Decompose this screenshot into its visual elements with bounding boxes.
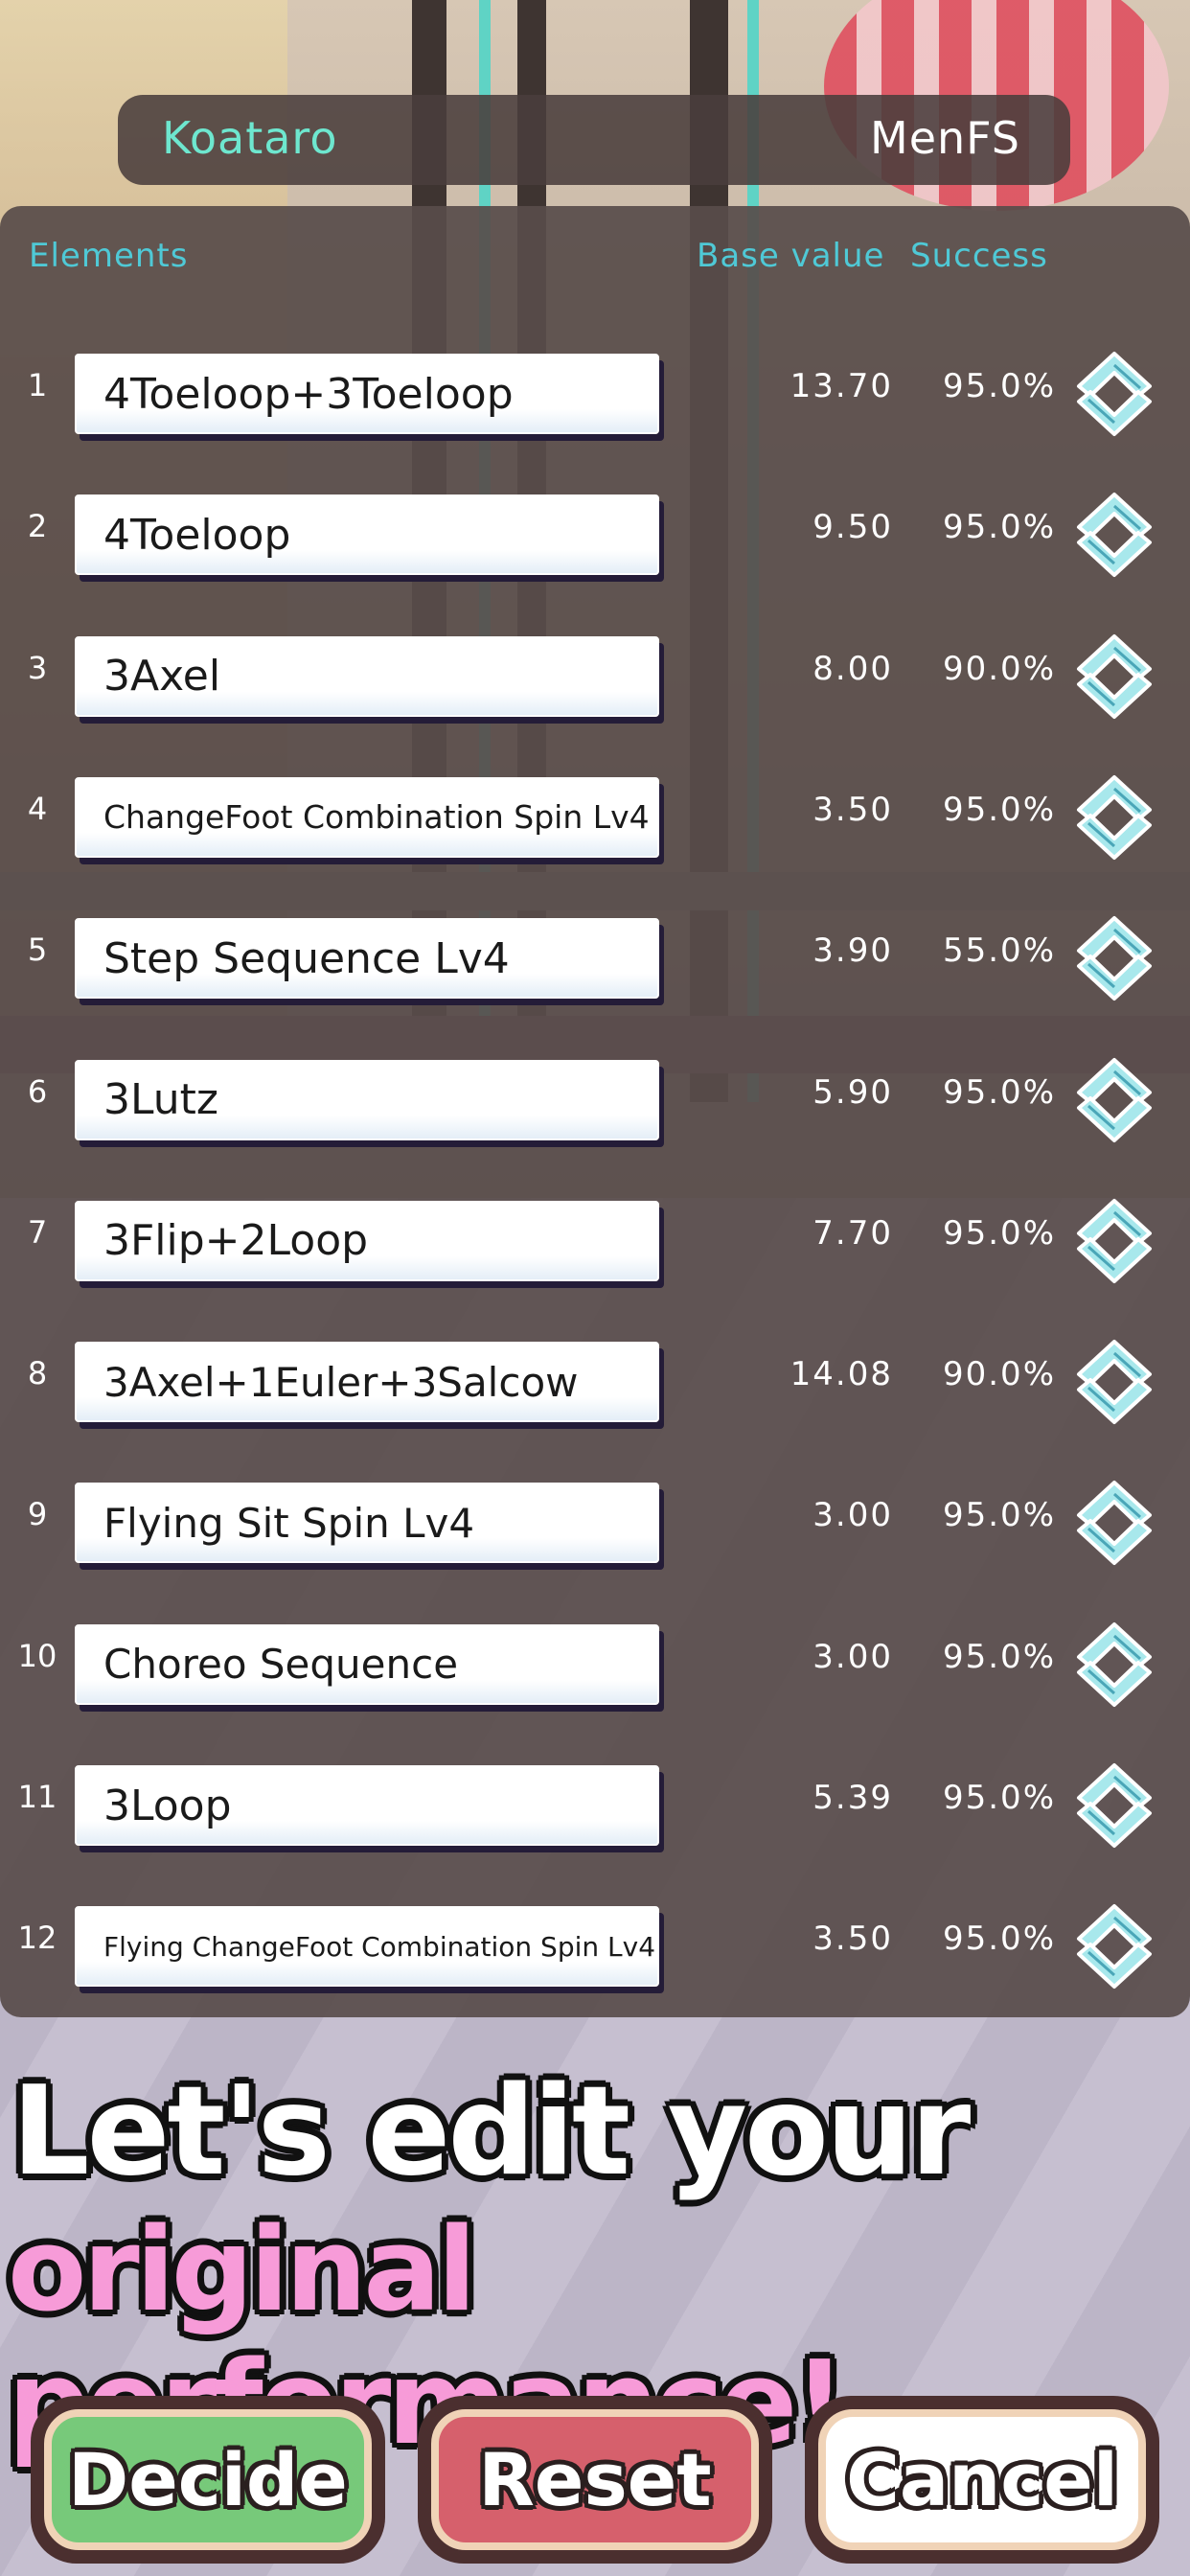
row-number: 1 (27, 367, 48, 403)
element-row: 2 4Toeloop 9.50 95.0% (0, 462, 1190, 603)
base-value: 3.90 (812, 932, 893, 971)
success-rate: 55.0% (942, 932, 1056, 971)
success-rate: 95.0% (942, 1779, 1056, 1817)
element-name: 3Loop (103, 1781, 232, 1830)
element-button[interactable]: Flying ChangeFoot Combination Spin Lv4 (75, 1906, 659, 1988)
reorder-updown-icon[interactable] (1071, 487, 1157, 583)
decide-button[interactable]: Decide (31, 2396, 385, 2564)
element-button[interactable]: 3Lutz (75, 1059, 659, 1140)
element-name: 4Toeloop (103, 510, 291, 560)
reorder-updown-icon[interactable] (1071, 1334, 1157, 1430)
row-number: 8 (27, 1355, 48, 1392)
element-row: 3 3Axel 8.00 90.0% (0, 604, 1190, 745)
reorder-updown-icon[interactable] (1071, 1898, 1157, 1994)
event-name: MenFS (870, 112, 1020, 164)
reorder-updown-icon[interactable] (1071, 1193, 1157, 1289)
base-value: 8.00 (812, 649, 893, 688)
decide-button-label: Decide (44, 2409, 372, 2550)
success-rate: 95.0% (942, 367, 1056, 405)
row-number: 5 (27, 932, 48, 969)
element-button[interactable]: Choreo Sequence (75, 1623, 659, 1705)
base-value: 7.70 (812, 1213, 893, 1253)
base-value: 14.08 (790, 1355, 893, 1394)
element-row: 6 3Lutz 5.90 95.0% (0, 1027, 1190, 1168)
row-number: 10 (17, 1637, 57, 1674)
base-value: 3.00 (812, 1496, 893, 1535)
element-name: 3Flip+2Loop (103, 1216, 369, 1266)
element-row: 10 Choreo Sequence 3.00 95.0% (0, 1592, 1190, 1733)
reset-button-label: Reset (431, 2409, 759, 2550)
base-value: 3.50 (812, 1920, 893, 1959)
element-name: Flying ChangeFoot Combination Spin Lv4 (103, 1930, 656, 1963)
base-value: 3.50 (812, 790, 893, 829)
element-row: 11 3Loop 5.39 95.0% (0, 1733, 1190, 1874)
row-number: 2 (27, 508, 48, 545)
element-button[interactable]: 4Toeloop+3Toeloop (75, 354, 659, 434)
base-value: 5.90 (812, 1072, 893, 1112)
element-name: 4Toeloop+3Toeloop (103, 369, 514, 419)
base-value: 13.70 (790, 367, 893, 405)
element-name: ChangeFoot Combination Spin Lv4 (103, 798, 650, 837)
base-value: 9.50 (812, 508, 893, 547)
row-number: 3 (27, 649, 48, 686)
element-button[interactable]: 4Toeloop (75, 494, 659, 576)
element-row: 5 Step Sequence Lv4 3.90 55.0% (0, 886, 1190, 1026)
element-row: 9 Flying Sit Spin Lv4 3.00 95.0% (0, 1450, 1190, 1591)
success-rate: 95.0% (942, 1072, 1056, 1112)
success-rate: 90.0% (942, 1355, 1056, 1394)
success-rate: 95.0% (942, 1213, 1056, 1253)
element-button[interactable]: 3Flip+2Loop (75, 1200, 659, 1281)
row-number: 9 (27, 1496, 48, 1533)
reorder-updown-icon[interactable] (1071, 1052, 1157, 1148)
row-number: 12 (17, 1920, 57, 1957)
elements-panel: Elements Base value Success 1 4Toeloop+3T… (0, 206, 1190, 2017)
element-button[interactable]: 3Loop (75, 1765, 659, 1846)
program-header: Koataro MenFS (118, 95, 1070, 185)
reorder-updown-icon[interactable] (1071, 770, 1157, 865)
reset-button[interactable]: Reset (418, 2396, 772, 2564)
cancel-button[interactable]: Cancel (805, 2396, 1159, 2564)
reorder-updown-icon[interactable] (1071, 910, 1157, 1006)
element-button[interactable]: Flying Sit Spin Lv4 (75, 1483, 659, 1564)
element-row: 8 3Axel+1Euler+3Salcow 14.08 90.0% (0, 1309, 1190, 1450)
element-button[interactable]: Step Sequence Lv4 (75, 918, 659, 1000)
reorder-updown-icon[interactable] (1071, 346, 1157, 442)
success-rate: 95.0% (942, 1496, 1056, 1535)
element-name: Choreo Sequence (103, 1641, 459, 1689)
row-number: 11 (17, 1779, 57, 1815)
column-header-success: Success (910, 237, 1048, 275)
row-number: 4 (27, 790, 48, 827)
base-value: 3.00 (812, 1637, 893, 1676)
element-name: Flying Sit Spin Lv4 (103, 1499, 475, 1547)
reorder-updown-icon[interactable] (1071, 629, 1157, 724)
success-rate: 95.0% (942, 508, 1056, 547)
element-name: 3Axel (103, 652, 221, 702)
row-number: 7 (27, 1213, 48, 1251)
element-row: 1 4Toeloop+3Toeloop 13.70 95.0% (0, 321, 1190, 462)
reorder-updown-icon[interactable] (1071, 1475, 1157, 1571)
element-button[interactable]: ChangeFoot Combination Spin Lv4 (75, 776, 659, 858)
element-button[interactable]: 3Axel (75, 635, 659, 717)
success-rate: 95.0% (942, 790, 1056, 829)
cancel-button-label: Cancel (818, 2409, 1146, 2550)
reorder-updown-icon[interactable] (1071, 1758, 1157, 1853)
element-row: 7 3Flip+2Loop 7.70 95.0% (0, 1168, 1190, 1309)
element-button[interactable]: 3Axel+1Euler+3Salcow (75, 1342, 659, 1423)
column-header-base-value: Base value (697, 237, 885, 275)
reorder-updown-icon[interactable] (1071, 1617, 1157, 1713)
success-rate: 95.0% (942, 1637, 1056, 1676)
success-rate: 90.0% (942, 649, 1056, 688)
row-number: 6 (27, 1072, 48, 1110)
element-name: 3Axel+1Euler+3Salcow (103, 1358, 579, 1406)
element-row: 12 Flying ChangeFoot Combination Spin Lv4… (0, 1874, 1190, 2014)
base-value: 5.39 (812, 1779, 893, 1817)
element-row: 4 ChangeFoot Combination Spin Lv4 3.50 95.0… (0, 745, 1190, 886)
success-rate: 95.0% (942, 1920, 1056, 1959)
column-header-elements: Elements (29, 237, 189, 275)
skater-name: Koataro (162, 112, 338, 164)
element-name: 3Lutz (103, 1075, 218, 1124)
promo-line-1: Let's edit your (11, 2060, 971, 2203)
element-name: Step Sequence Lv4 (103, 933, 510, 983)
